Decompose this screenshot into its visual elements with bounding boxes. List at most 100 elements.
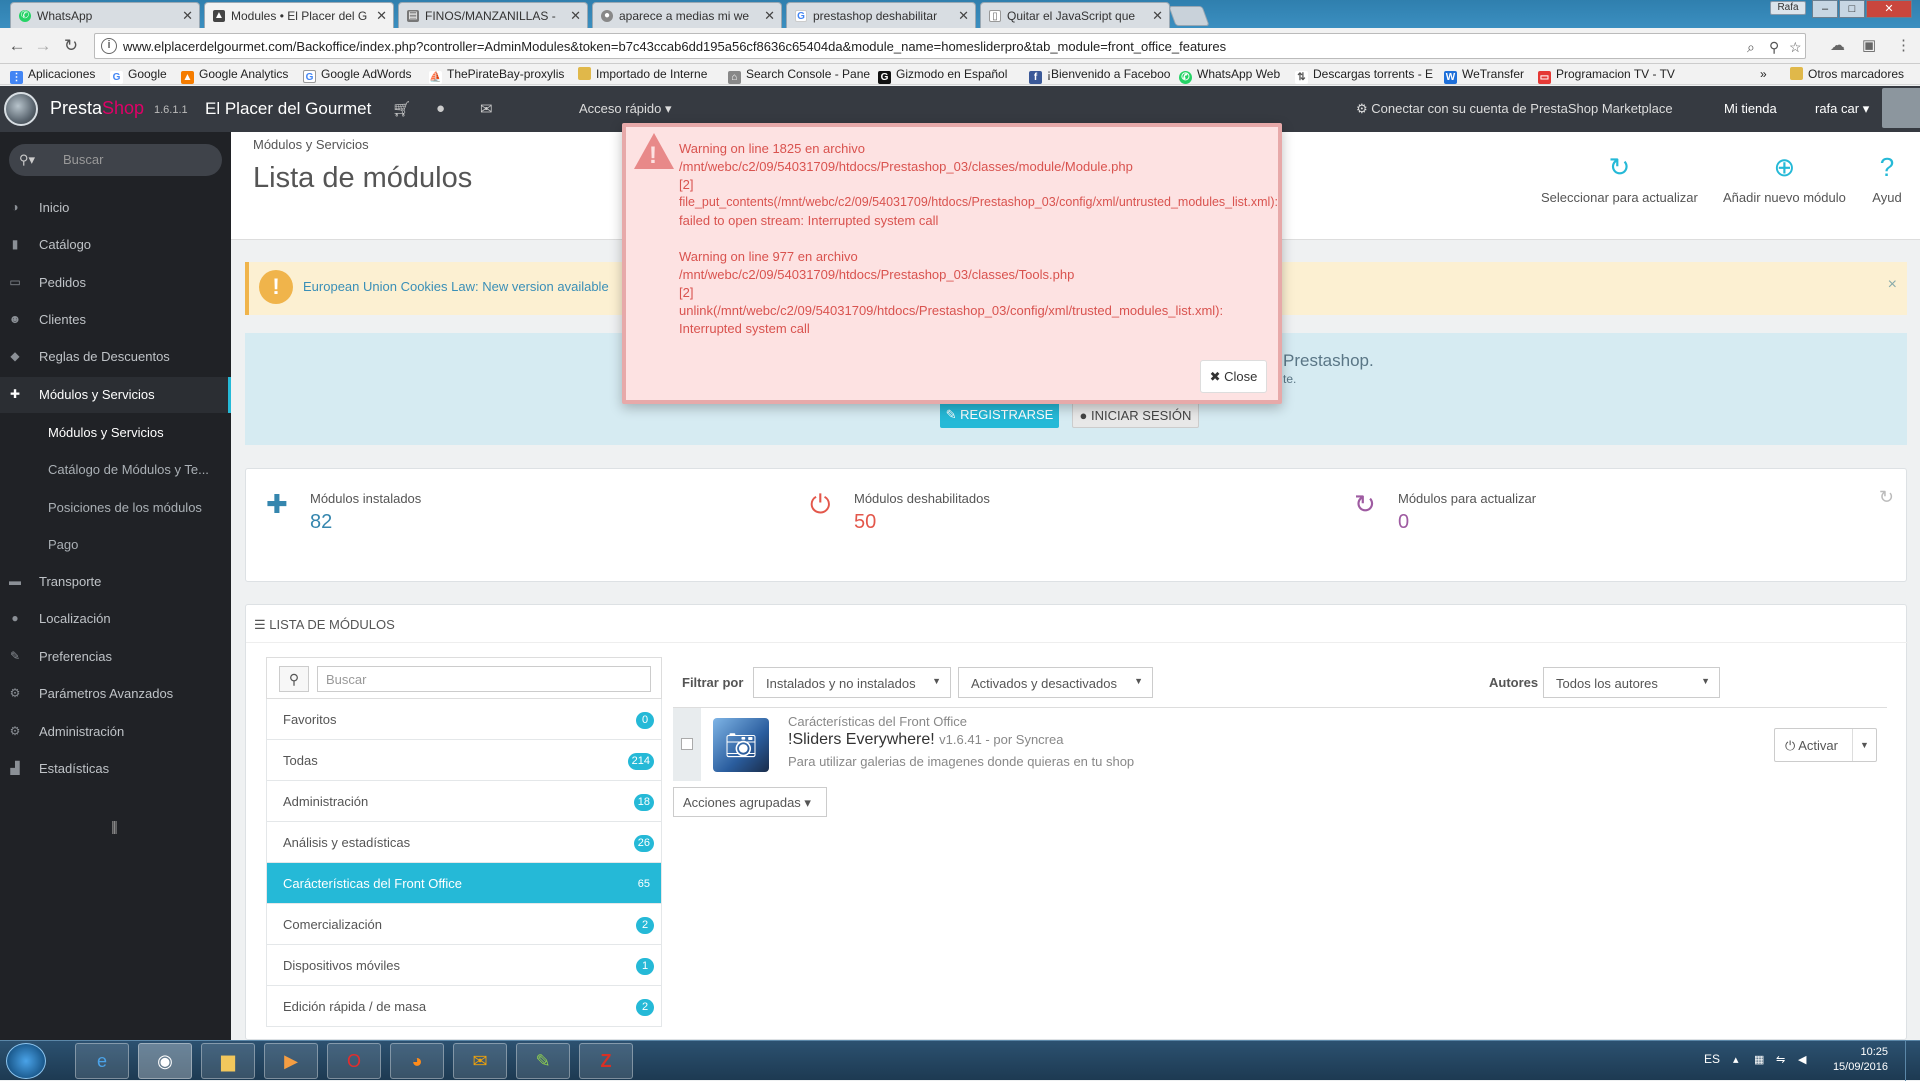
menu-icon[interactable]: ⋮ bbox=[1896, 36, 1911, 54]
prestashop-icon: ● bbox=[601, 10, 613, 22]
browser-tab[interactable]: ▤ FINOS/MANZANILLAS - ✕ bbox=[398, 2, 588, 28]
bookmark[interactable]: ⌂ Search Console - Pane bbox=[728, 67, 870, 84]
warning-line: Interrupted system call bbox=[679, 321, 810, 336]
bookmark[interactable]: W WeTransfer bbox=[1444, 67, 1524, 84]
browser-tab[interactable]: ✆ WhatsApp ✕ bbox=[10, 2, 200, 28]
reload-icon[interactable]: ↻ bbox=[60, 36, 82, 56]
volume-icon[interactable]: ◀ bbox=[1798, 1053, 1806, 1066]
tab-title: WhatsApp bbox=[37, 9, 93, 23]
language-indicator[interactable]: ES bbox=[1704, 1052, 1720, 1066]
filezilla-icon[interactable]: Z bbox=[579, 1043, 633, 1079]
show-hidden-icons-icon[interactable]: ▴ bbox=[1733, 1053, 1739, 1066]
browser-toolbar: ← → ↻ i www.elplacerdelgourmet.com/Backo… bbox=[0, 28, 1920, 64]
browser-tab[interactable]: G prestashop deshabilitar ✕ bbox=[786, 2, 976, 28]
bookmark[interactable]: f ¡Bienvenido a Faceboo bbox=[1029, 67, 1170, 84]
bookmark-label: Aplicaciones bbox=[28, 67, 96, 81]
bookmark[interactable]: G Google bbox=[110, 67, 167, 84]
browser-tab[interactable]: ● aparece a medias mi we ✕ bbox=[592, 2, 782, 28]
close-tab-icon[interactable]: ✕ bbox=[182, 3, 193, 28]
forward-icon[interactable]: → bbox=[32, 36, 54, 56]
pirate-ship-icon: ⛵ bbox=[429, 71, 442, 84]
devices-icon[interactable]: ⇋ bbox=[1776, 1053, 1785, 1066]
close-tab-icon[interactable]: ✕ bbox=[376, 3, 387, 28]
opera-icon[interactable]: O bbox=[327, 1043, 381, 1079]
bookmarks-overflow[interactable]: » bbox=[1760, 67, 1767, 81]
close-tab-icon[interactable]: ✕ bbox=[764, 3, 775, 28]
bookmark[interactable]: Importado de Interne bbox=[578, 67, 707, 81]
tab-title: aparece a medias mi we bbox=[619, 9, 750, 23]
tv-icon: ▭ bbox=[1538, 71, 1551, 84]
close-button[interactable]: ✖ Close bbox=[1200, 360, 1267, 393]
browser-tab[interactable]: ▯ Quitar el JavaScript que ✕ bbox=[980, 2, 1170, 28]
bookmark-label: Google bbox=[128, 67, 167, 81]
new-tab-button[interactable] bbox=[1168, 6, 1210, 26]
extension-icon[interactable]: ▣ bbox=[1862, 36, 1876, 54]
tab-title: FINOS/MANZANILLAS - bbox=[425, 9, 556, 23]
url-text[interactable]: www.elplacerdelgourmet.com/Backoffice/in… bbox=[123, 39, 1226, 54]
bookmark-label: Programacion TV - TV bbox=[1556, 67, 1675, 81]
bookmarks-bar: ⋮ Aplicaciones G Google ▲ Google Analytics … bbox=[0, 64, 1920, 85]
start-button[interactable] bbox=[6, 1043, 46, 1079]
notepad-icon[interactable]: ✎ bbox=[516, 1043, 570, 1079]
browser-tab-strip: ✆ WhatsApp ✕ ▲ Modules • El Placer del G… bbox=[0, 0, 1920, 28]
warning-dialog: ! Warning on line 1825 en archivo /mnt/w… bbox=[622, 123, 1282, 404]
info-icon[interactable]: i bbox=[101, 38, 117, 54]
bookmark[interactable]: G Gizmodo en Español bbox=[878, 67, 1007, 84]
bookmark[interactable]: ⛵ ThePirateBay-proxylis bbox=[429, 67, 564, 84]
warning-line: file_put_contents(/mnt/webc/c2/09/540317… bbox=[679, 195, 1278, 209]
warning-line: unlink(/mnt/webc/c2/09/54031709/htdocs/P… bbox=[679, 303, 1224, 318]
bookmark[interactable]: ▲ Google Analytics bbox=[181, 67, 288, 84]
warning-line: /mnt/webc/c2/09/54031709/htdocs/Prestash… bbox=[679, 267, 1075, 282]
clock-time: 10:25 bbox=[1860, 1046, 1888, 1058]
extension-icon[interactable]: ☁ bbox=[1830, 36, 1845, 54]
firefox-icon[interactable]: ◕ bbox=[390, 1043, 444, 1079]
warning-line: Warning on line 1825 en archivo bbox=[679, 141, 865, 156]
clock-date: 15/09/2016 bbox=[1832, 1061, 1888, 1073]
close-tab-icon[interactable]: ✕ bbox=[1152, 3, 1163, 28]
bookmark-label: Google Analytics bbox=[199, 67, 289, 81]
bookmark-label: Importado de Interne bbox=[596, 67, 708, 81]
close-label: Close bbox=[1224, 369, 1258, 384]
address-bar[interactable]: i www.elplacerdelgourmet.com/Backoffice/… bbox=[94, 33, 1806, 59]
page-icon: ▯ bbox=[989, 10, 1001, 22]
wetransfer-icon: W bbox=[1444, 71, 1457, 84]
bookmark[interactable]: G Google AdWords bbox=[303, 67, 412, 83]
show-desktop-button[interactable] bbox=[1905, 1041, 1920, 1081]
close-window-button[interactable]: ✕ bbox=[1866, 0, 1912, 18]
zoom-icon[interactable]: ⌕ bbox=[1747, 39, 1755, 56]
ie-icon[interactable]: e bbox=[75, 1043, 129, 1079]
minimize-button[interactable]: – bbox=[1812, 0, 1838, 18]
bookmark-label: Google AdWords bbox=[321, 67, 412, 81]
outlook-icon[interactable]: ✉ bbox=[453, 1043, 507, 1079]
tab-title: Modules • El Placer del G bbox=[231, 9, 368, 23]
star-icon[interactable]: ☆ bbox=[1789, 39, 1802, 56]
bookmark[interactable]: ✆ WhatsApp Web bbox=[1179, 67, 1280, 84]
explorer-icon[interactable]: ▆ bbox=[201, 1043, 255, 1079]
bookmark[interactable]: ▭ Programacion TV - TV bbox=[1538, 67, 1675, 84]
tab-title: Quitar el JavaScript que bbox=[1007, 9, 1136, 23]
analytics-icon: ▲ bbox=[181, 71, 194, 84]
whatsapp-icon: ✆ bbox=[19, 10, 31, 22]
bookmark-label: WhatsApp Web bbox=[1197, 67, 1281, 81]
bookmark-label: Descargas torrents - E bbox=[1313, 67, 1434, 81]
warning-line: failed to open stream: Interrupted syste… bbox=[679, 213, 939, 228]
google-icon: G bbox=[795, 10, 807, 22]
close-tab-icon[interactable]: ✕ bbox=[570, 3, 581, 28]
bookmark[interactable]: ⋮ Aplicaciones bbox=[10, 67, 95, 84]
maximize-button[interactable]: □ bbox=[1839, 0, 1865, 18]
search-console-icon: ⌂ bbox=[728, 71, 741, 84]
pin-icon[interactable]: ⚲ bbox=[1769, 39, 1779, 56]
back-icon[interactable]: ← bbox=[6, 36, 28, 56]
bookmark-label: WeTransfer bbox=[1462, 67, 1525, 81]
bookmark[interactable]: ⇅ Descargas torrents - E bbox=[1295, 67, 1433, 84]
bookmark-label: Otros marcadores bbox=[1808, 67, 1905, 81]
clock[interactable]: 10:25 15/09/2016 bbox=[1820, 1045, 1888, 1075]
chrome-icon[interactable]: ◉ bbox=[138, 1043, 192, 1079]
media-player-icon[interactable]: ▶ bbox=[264, 1043, 318, 1079]
browser-tab-active[interactable]: ▲ Modules • El Placer del G ✕ bbox=[204, 2, 394, 28]
network-icon[interactable]: ▦ bbox=[1754, 1053, 1764, 1066]
other-bookmarks[interactable]: Otros marcadores bbox=[1790, 67, 1904, 81]
profile-button[interactable]: Rafa bbox=[1770, 1, 1806, 15]
warning-line: [2] bbox=[679, 177, 694, 192]
close-tab-icon[interactable]: ✕ bbox=[958, 3, 969, 28]
